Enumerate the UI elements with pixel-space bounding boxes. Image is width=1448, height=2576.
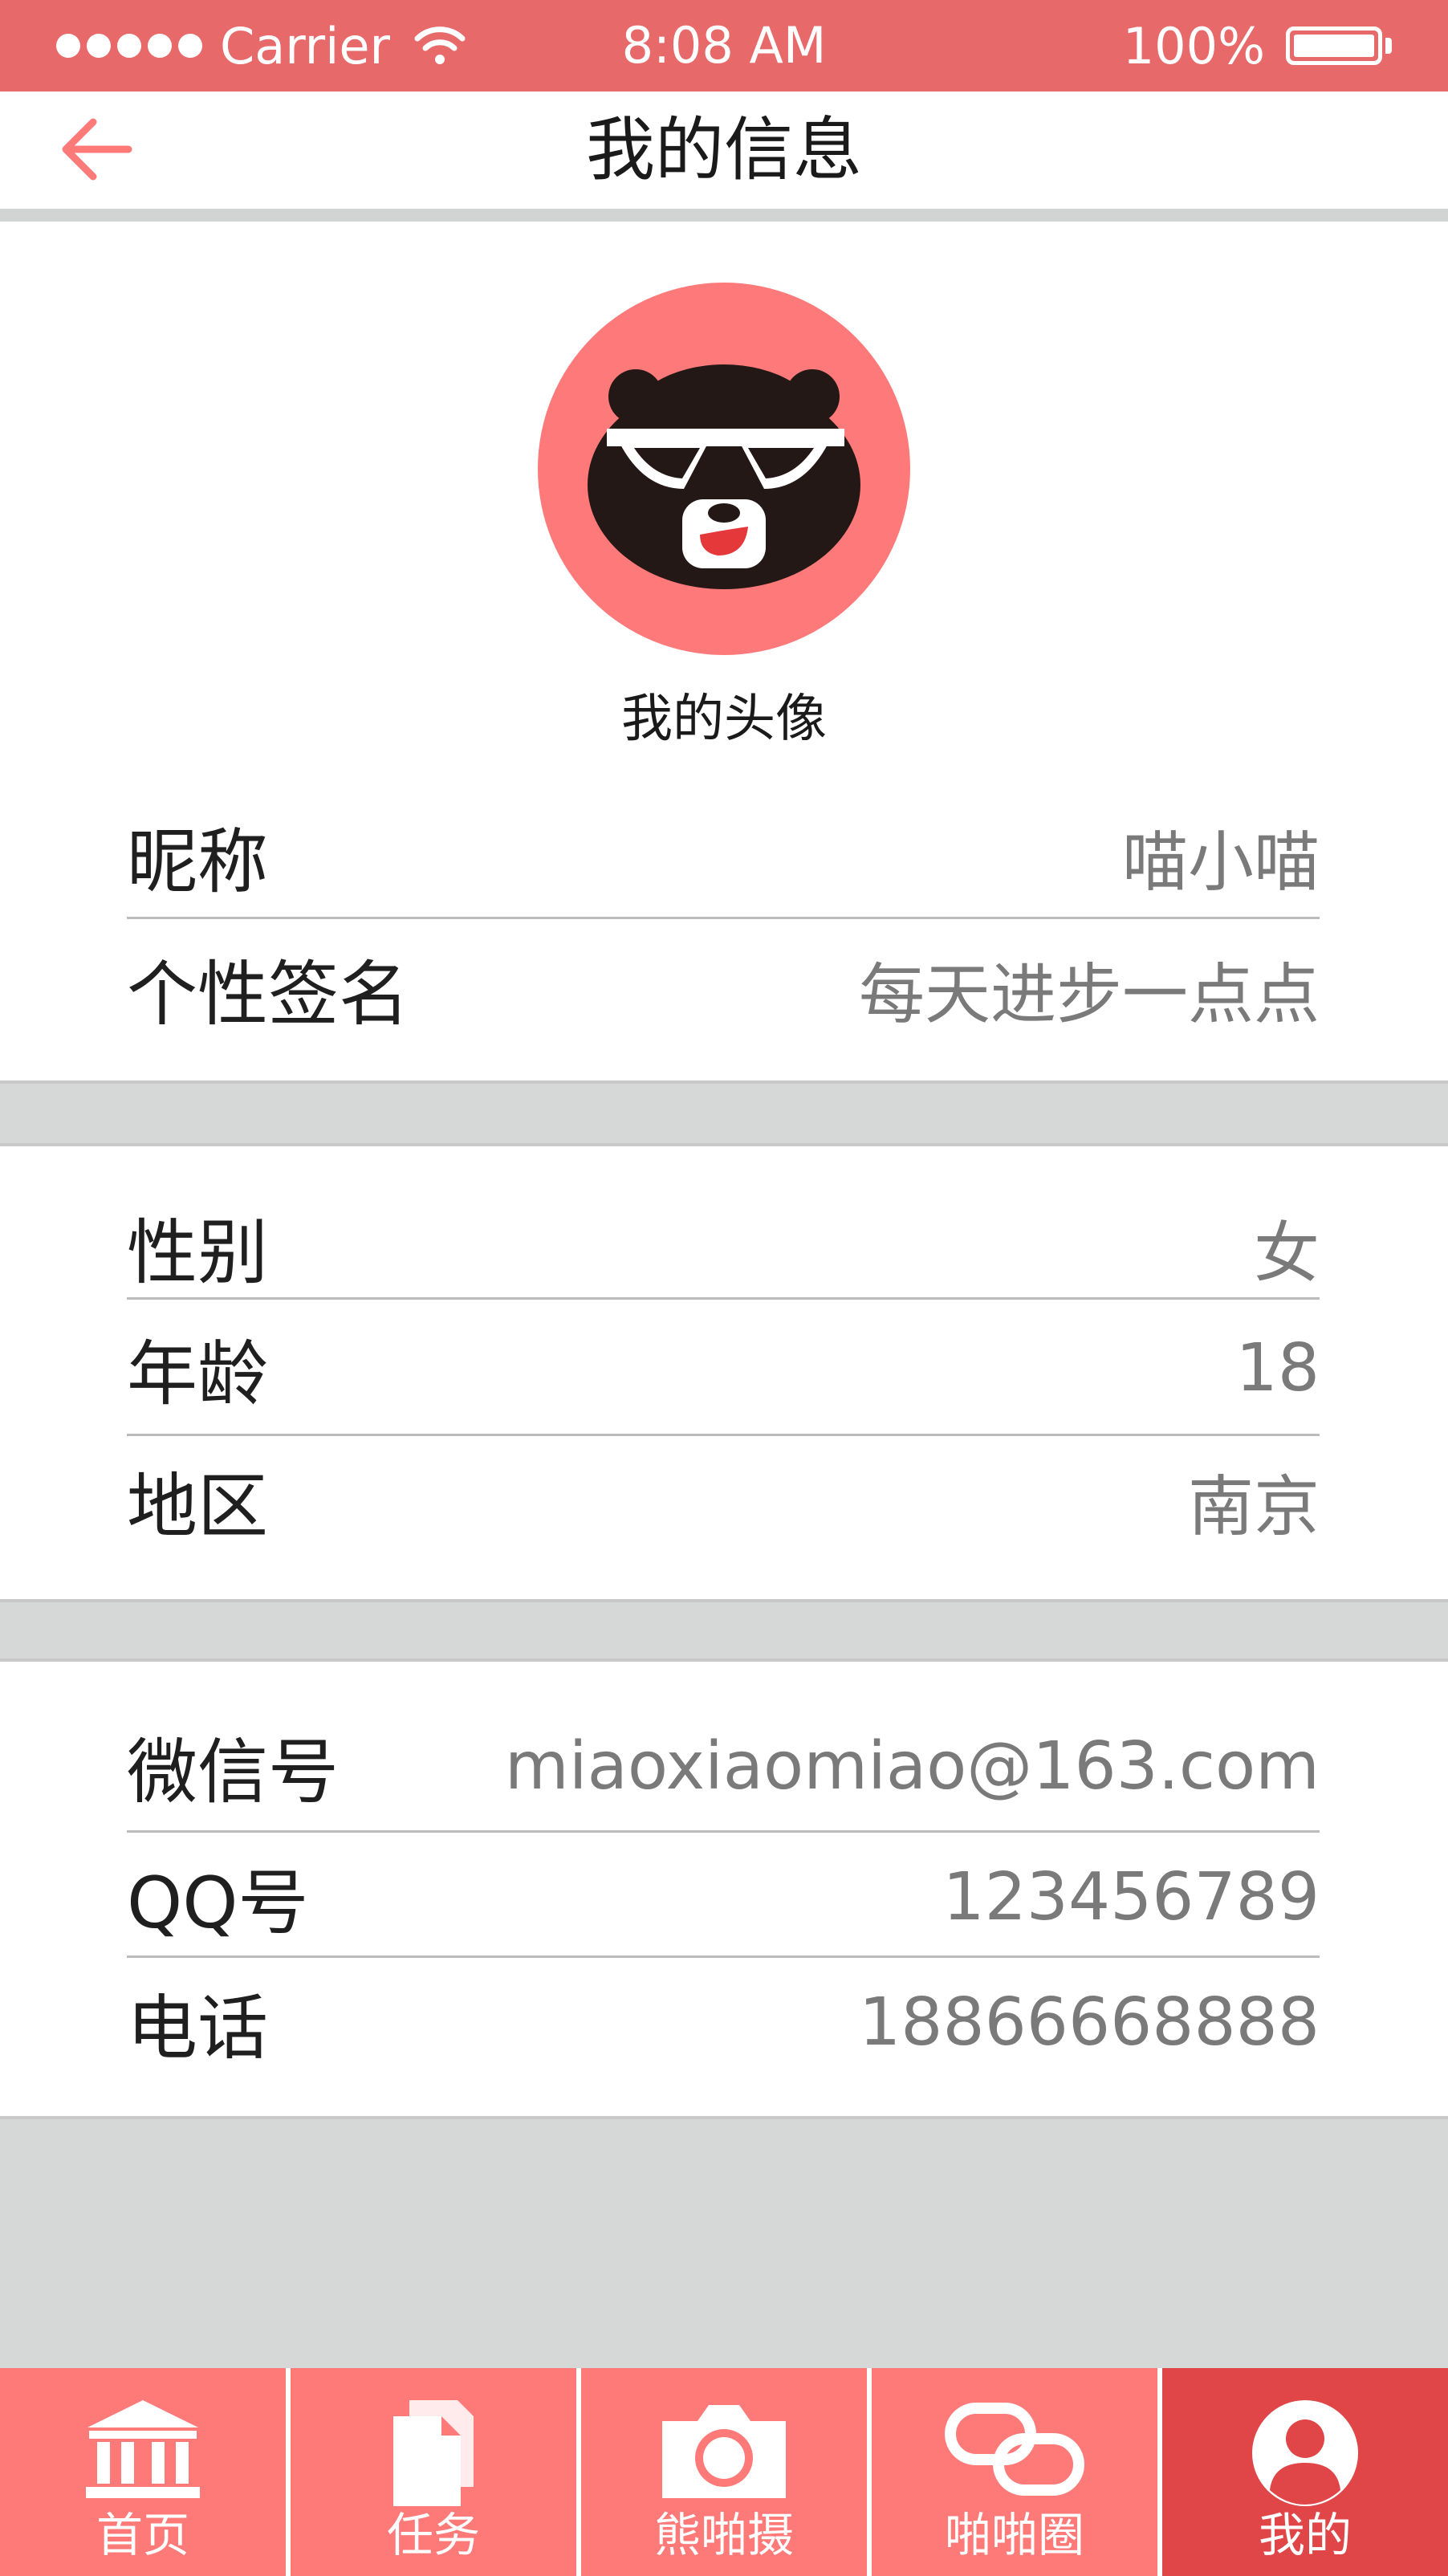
- document-icon: [393, 2400, 474, 2506]
- signature-row[interactable]: 个性签名 每天进步一点点: [127, 928, 1320, 1048]
- region-value: 南京: [1187, 1468, 1320, 1545]
- qq-value: 123456789: [942, 1858, 1320, 1935]
- divider: [127, 1297, 1320, 1300]
- tab-camera[interactable]: 熊啪摄: [576, 2368, 867, 2576]
- link-icon: [945, 2403, 1084, 2496]
- gender-label: 性别: [127, 1211, 269, 1294]
- tab-camera-label: 熊啪摄: [653, 2508, 794, 2562]
- gender-value: 女: [1253, 1215, 1320, 1292]
- tab-tasks[interactable]: 任务: [286, 2368, 576, 2576]
- gender-row[interactable]: 性别 女: [127, 1194, 1320, 1299]
- phone-row[interactable]: 电话 18866668888: [127, 1962, 1320, 2082]
- avatar[interactable]: [538, 283, 910, 655]
- status-bar: Carrier 8:08 AM 100%: [0, 0, 1448, 92]
- age-row[interactable]: 年龄 18: [127, 1304, 1320, 1432]
- signature-label: 个性签名: [127, 952, 410, 1036]
- status-right: 100%: [1123, 0, 1392, 92]
- signature-value: 每天进步一点点: [858, 956, 1320, 1033]
- camera-icon: [662, 2405, 786, 2498]
- phone-label: 电话: [127, 1986, 269, 2069]
- bear-avatar-icon: [588, 364, 860, 589]
- battery-tip: [1385, 38, 1392, 54]
- tab-me[interactable]: 我的: [1157, 2368, 1448, 2576]
- battery-percent: 100%: [1122, 16, 1265, 75]
- nav-bar: 我的信息: [0, 92, 1448, 222]
- basic-info-card: 性别 女 年龄 18 地区 南京: [0, 1143, 1448, 1602]
- avatar-section: 我的头像: [0, 283, 1448, 751]
- nickname-value: 喵小喵: [1121, 824, 1320, 901]
- qq-label: QQ号: [127, 1861, 309, 1944]
- profile-card: 我的头像 昵称 喵小喵 个性签名 每天进步一点点: [0, 222, 1448, 1084]
- divider: [127, 1830, 1320, 1833]
- phone-value: 18866668888: [859, 1984, 1320, 2061]
- nickname-row[interactable]: 昵称 喵小喵: [127, 808, 1320, 904]
- page-title: 我的信息: [586, 110, 862, 190]
- divider: [127, 917, 1320, 919]
- wechat-row[interactable]: 微信号 miaoxiaomiao@163.com: [127, 1710, 1320, 1822]
- contact-card: 微信号 miaoxiaomiao@163.com QQ号 123456789 电…: [0, 1658, 1448, 2119]
- nickname-label: 昵称: [127, 820, 269, 903]
- age-value: 18: [1235, 1329, 1320, 1406]
- tab-home[interactable]: 首页: [0, 2368, 286, 2576]
- tab-circle-label: 啪啪圈: [944, 2508, 1084, 2562]
- battery-icon: [1286, 26, 1382, 65]
- avatar-label: 我的头像: [621, 690, 827, 749]
- divider: [127, 1434, 1320, 1436]
- wechat-value: miaoxiaomiao@163.com: [504, 1728, 1320, 1805]
- qq-row[interactable]: QQ号 123456789: [127, 1837, 1320, 1957]
- tab-home-label: 首页: [96, 2508, 189, 2562]
- region-row[interactable]: 地区 南京: [127, 1440, 1320, 1561]
- region-label: 地区: [127, 1464, 269, 1548]
- tab-circle[interactable]: 啪啪圈: [867, 2368, 1157, 2576]
- age-label: 年龄: [127, 1332, 269, 1415]
- tab-bar: 首页 任务 熊啪摄 啪啪圈 我的: [0, 2368, 1448, 2576]
- bank-icon: [86, 2400, 200, 2498]
- divider: [127, 1955, 1320, 1958]
- wechat-label: 微信号: [127, 1730, 340, 1813]
- user-icon: [1252, 2400, 1358, 2506]
